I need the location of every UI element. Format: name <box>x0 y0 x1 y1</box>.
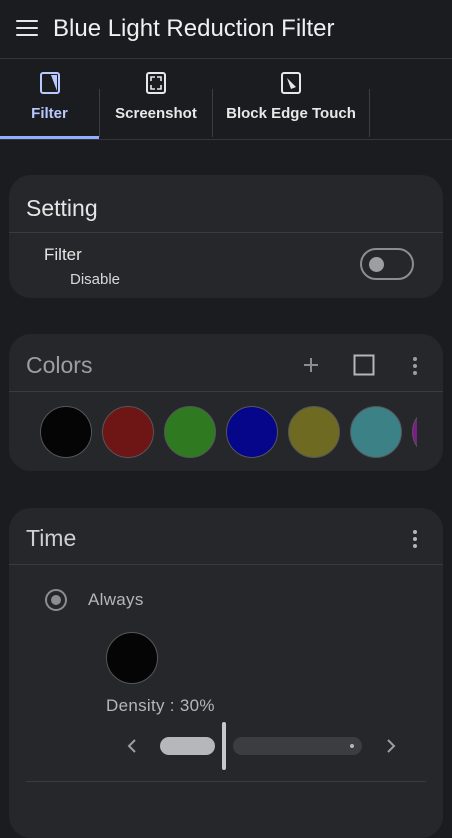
filter-toggle[interactable] <box>360 248 414 280</box>
toggle-knob <box>369 257 384 272</box>
tab-bar: Filter Screenshot Block Edge Touch <box>0 59 452 140</box>
color-swatch-green[interactable] <box>164 406 216 458</box>
filter-label: Filter <box>44 245 82 264</box>
density-label: Density : 30% <box>106 696 215 715</box>
always-radio-button[interactable] <box>45 589 67 611</box>
card-divider <box>9 232 443 233</box>
tab-block-edge-touch[interactable]: Block Edge Touch <box>213 59 369 137</box>
slider-end-dot <box>350 744 354 748</box>
density-increase-icon[interactable] <box>386 739 396 753</box>
card-divider <box>26 781 426 782</box>
color-swatch-teal[interactable] <box>350 406 402 458</box>
filter-status: Disable <box>70 271 121 288</box>
density-slider-inactive-track[interactable] <box>233 737 362 755</box>
screenshot-icon <box>146 72 166 94</box>
color-swatch-strip <box>9 334 417 471</box>
time-card: Time Always Density : 30% <box>9 508 443 838</box>
filter-icon <box>39 72 60 94</box>
app-title: Blue Light Reduction Filter <box>53 15 335 42</box>
setting-card-title: Setting <box>26 195 98 221</box>
block-edge-touch-icon <box>281 72 301 94</box>
radio-selected-dot <box>51 595 61 605</box>
tab-screenshot-label: Screenshot <box>115 105 197 122</box>
density-slider-thumb[interactable] <box>222 722 226 770</box>
setting-card: Setting Filter Disable <box>9 175 443 298</box>
color-swatch-blue[interactable] <box>226 406 278 458</box>
color-swatch-black[interactable] <box>40 406 92 458</box>
time-more-options-icon[interactable] <box>412 529 418 549</box>
colors-card: Colors <box>9 334 443 471</box>
app-bar: Blue Light Reduction Filter <box>0 0 452 59</box>
tab-block-edge-touch-label: Block Edge Touch <box>226 105 356 122</box>
color-swatch-yellow[interactable] <box>288 406 340 458</box>
hamburger-menu-icon[interactable] <box>16 20 38 38</box>
card-divider <box>9 564 443 565</box>
tab-filter[interactable]: Filter <box>0 59 99 139</box>
time-card-title: Time <box>26 525 77 551</box>
density-slider-active-track[interactable] <box>160 737 215 755</box>
active-tab-indicator <box>0 136 99 139</box>
always-label: Always <box>88 590 144 609</box>
color-swatch-purple[interactable] <box>412 406 417 458</box>
color-swatch-red[interactable] <box>102 406 154 458</box>
filter-color-preview[interactable] <box>106 632 158 684</box>
tab-divider <box>369 89 370 137</box>
tab-screenshot[interactable]: Screenshot <box>100 59 212 137</box>
density-decrease-icon[interactable] <box>127 739 137 753</box>
tab-filter-label: Filter <box>31 105 68 122</box>
